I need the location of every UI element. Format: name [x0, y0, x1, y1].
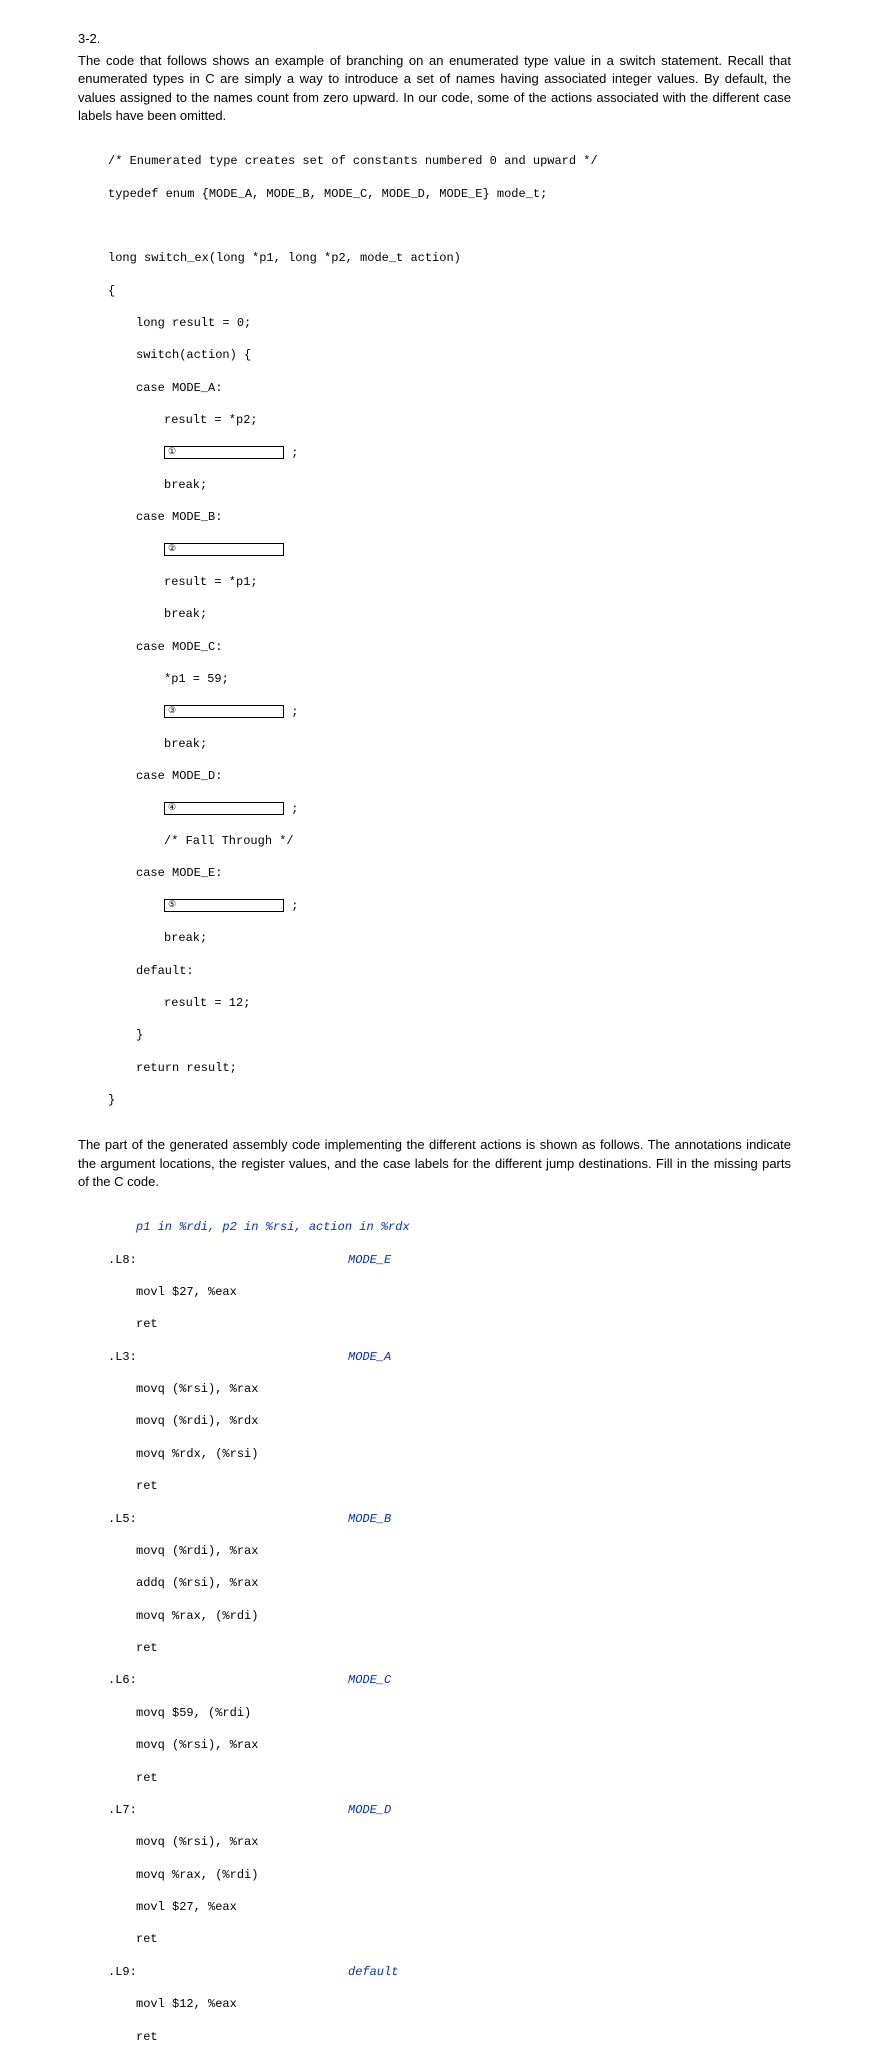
- asm-line: movq (%rdi), %rax: [108, 1543, 791, 1559]
- asm-line: movq %rdx, (%rsi): [108, 1446, 791, 1462]
- asm-line: ret: [108, 1316, 791, 1332]
- code-line: }: [108, 1027, 791, 1043]
- code-line: }: [108, 1092, 791, 1108]
- asm-line: ret: [108, 1770, 791, 1786]
- code-line: case MODE_A:: [108, 380, 791, 396]
- code-line: default:: [108, 963, 791, 979]
- code-line: break;: [108, 736, 791, 752]
- code-line: {: [108, 283, 791, 299]
- asm-tag-mode-e: MODE_E: [348, 1252, 391, 1268]
- asm-line: movq %rax, (%rdi): [108, 1608, 791, 1624]
- code-line: ① ;: [108, 445, 791, 461]
- code-line: result = *p1;: [108, 574, 791, 590]
- asm-line: movq (%rdi), %rdx: [108, 1413, 791, 1429]
- code-line: [108, 218, 791, 234]
- asm-line: movq %rax, (%rdi): [108, 1867, 791, 1883]
- asm-tag-mode-a: MODE_A: [348, 1349, 391, 1365]
- asm-label: .L8:: [108, 1252, 348, 1268]
- code-line: long switch_ex(long *p1, long *p2, mode_…: [108, 250, 791, 266]
- c-code-block: /* Enumerated type creates set of consta…: [108, 137, 791, 1124]
- asm-line: movl $12, %eax: [108, 1996, 791, 2012]
- code-line: case MODE_E:: [108, 865, 791, 881]
- asm-line: ret: [108, 1640, 791, 1656]
- code-line: typedef enum {MODE_A, MODE_B, MODE_C, MO…: [108, 186, 791, 202]
- asm-line: movq (%rsi), %rax: [108, 1381, 791, 1397]
- asm-line: ret: [108, 1478, 791, 1494]
- paragraph-asm: The part of the generated assembly code …: [78, 1136, 791, 1191]
- asm-line: ret: [108, 1931, 791, 1947]
- asm-tag-mode-d: MODE_D: [348, 1802, 391, 1818]
- asm-code-block: p1 in %rdi, p2 in %rsi, action in %rdx .…: [108, 1203, 791, 2048]
- code-line: ④ ;: [108, 801, 791, 817]
- asm-line: movq (%rsi), %rax: [108, 1737, 791, 1753]
- asm-line: movq (%rsi), %rax: [108, 1834, 791, 1850]
- code-line: result = *p2;: [108, 412, 791, 428]
- asm-label: .L3:: [108, 1349, 348, 1365]
- asm-label: .L6:: [108, 1672, 348, 1688]
- asm-label: .L5:: [108, 1511, 348, 1527]
- fill-in-box-3[interactable]: ③: [164, 705, 284, 718]
- code-line: case MODE_C:: [108, 639, 791, 655]
- code-line: long result = 0;: [108, 315, 791, 331]
- paragraph-intro: The code that follows shows an example o…: [78, 52, 791, 125]
- code-line: break;: [108, 930, 791, 946]
- code-line: case MODE_B:: [108, 509, 791, 525]
- code-line: ③ ;: [108, 704, 791, 720]
- code-line: break;: [108, 477, 791, 493]
- fill-in-box-5[interactable]: ⑤: [164, 899, 284, 912]
- code-line: break;: [108, 606, 791, 622]
- asm-tag-mode-b: MODE_B: [348, 1511, 391, 1527]
- code-line: /* Enumerated type creates set of consta…: [108, 153, 791, 169]
- fill-in-box-2[interactable]: ②: [164, 543, 284, 556]
- code-line: ⑤ ;: [108, 898, 791, 914]
- asm-tag-default: default: [348, 1964, 398, 1980]
- asm-line: addq (%rsi), %rax: [108, 1575, 791, 1591]
- semicolon: ;: [291, 705, 298, 719]
- code-line: *p1 = 59;: [108, 671, 791, 687]
- asm-label: .L7:: [108, 1802, 348, 1818]
- asm-line: movq $59, (%rdi): [108, 1705, 791, 1721]
- asm-line: movl $27, %eax: [108, 1899, 791, 1915]
- fill-in-box-1[interactable]: ①: [164, 446, 284, 459]
- code-line: case MODE_D:: [108, 768, 791, 784]
- code-line: result = 12;: [108, 995, 791, 1011]
- code-line: return result;: [108, 1060, 791, 1076]
- asm-label: .L9:: [108, 1964, 348, 1980]
- code-line: ②: [108, 542, 791, 558]
- section-number: 3-2.: [78, 30, 791, 48]
- fill-in-box-4[interactable]: ④: [164, 802, 284, 815]
- semicolon: ;: [291, 802, 298, 816]
- asm-line: movl $27, %eax: [108, 1284, 791, 1300]
- asm-line: ret: [108, 2029, 791, 2045]
- semicolon: ;: [291, 899, 298, 913]
- code-line: switch(action) {: [108, 347, 791, 363]
- semicolon: ;: [291, 446, 298, 460]
- code-line: /* Fall Through */: [108, 833, 791, 849]
- asm-tag-mode-c: MODE_C: [348, 1672, 391, 1688]
- asm-header-comment: p1 in %rdi, p2 in %rsi, action in %rdx: [108, 1219, 791, 1235]
